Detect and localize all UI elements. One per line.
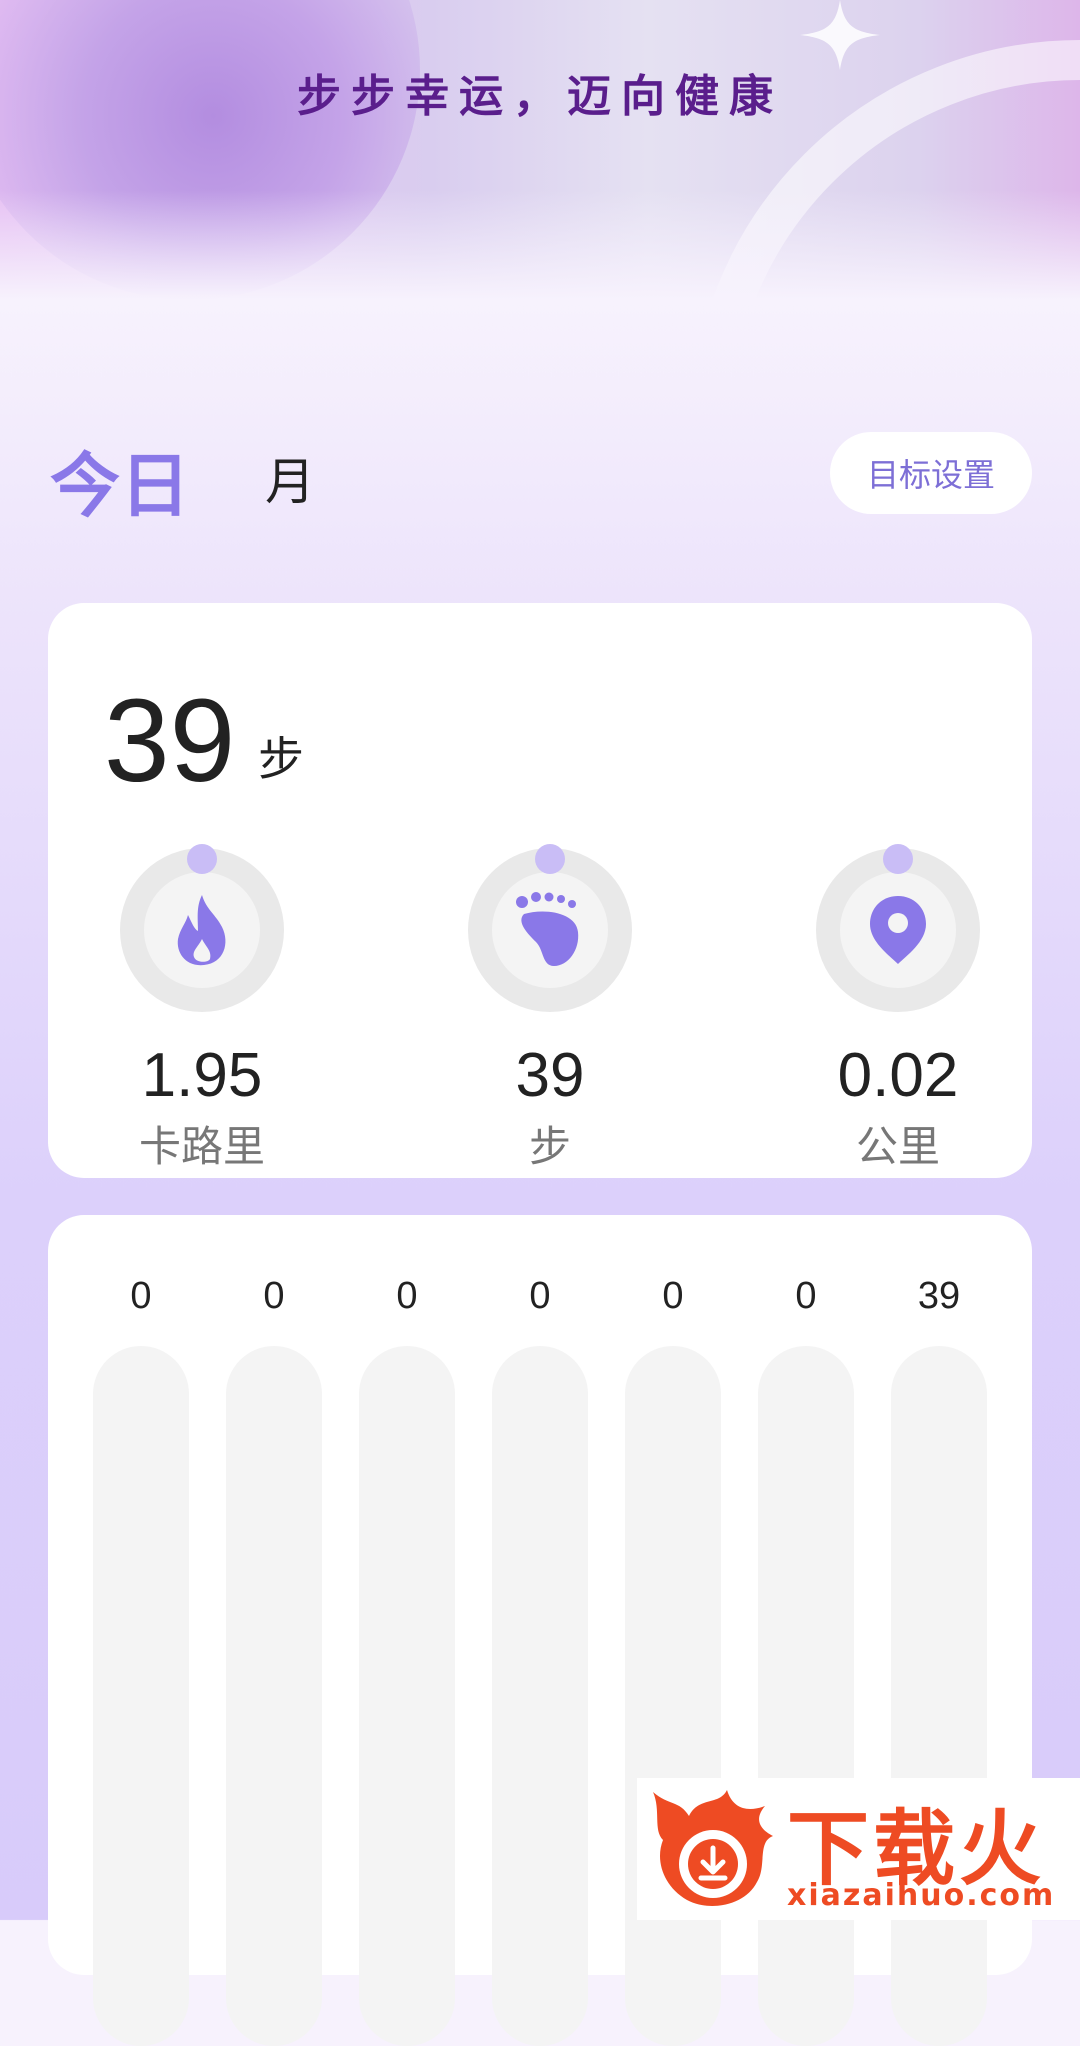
tab-today[interactable]: 今日: [50, 430, 190, 531]
ring-progress-dot: [883, 844, 913, 874]
bar-column[interactable]: 0: [492, 1275, 588, 2046]
calorie-value: 1.95: [141, 1041, 263, 1110]
banner-fade: [0, 190, 1080, 300]
distance-metric: 0.02 公里: [788, 844, 1008, 1174]
bar-value-label: 0: [662, 1275, 684, 1317]
bar-track: [492, 1346, 588, 2046]
bar-value-label: 0: [396, 1275, 418, 1317]
goal-settings-button[interactable]: 目标设置: [830, 432, 1032, 514]
bar-column[interactable]: 0: [625, 1275, 721, 2046]
calorie-label: 卡路里: [138, 1122, 265, 1171]
watermark-url: xiazaihuo.com: [787, 1878, 1056, 1913]
flame-icon: [177, 895, 226, 966]
summary-card: 39 步 1.95 卡路里 39 步 0.02 公里: [48, 603, 1032, 1178]
bar-column[interactable]: 0: [226, 1275, 322, 2046]
slogan: 步步幸运，迈向健康: [297, 71, 783, 122]
total-steps-value: 39: [104, 675, 236, 807]
flame-logo-icon: [653, 1790, 773, 1906]
bar-track: [226, 1346, 322, 2046]
bar-value-label: 0: [529, 1275, 551, 1317]
calorie-ring: [120, 844, 284, 1012]
bar-track: [359, 1346, 455, 2046]
bar-track: [758, 1346, 854, 2046]
header-banner: 步步幸运，迈向健康: [0, 0, 1080, 300]
steps-label: 步: [528, 1122, 571, 1171]
steps-metric: 39 步: [440, 844, 660, 1174]
bar-column[interactable]: 0: [359, 1275, 455, 2046]
bar-column[interactable]: 0: [93, 1275, 189, 2046]
ring-progress-dot: [535, 844, 565, 874]
total-steps-unit: 步: [258, 732, 304, 786]
bar-track: [625, 1346, 721, 2046]
distance-ring: [816, 844, 980, 1012]
bar-value-label: 0: [795, 1275, 817, 1317]
bar-track: [891, 1346, 987, 2046]
bar-value-label: 0: [263, 1275, 285, 1317]
distance-label: 公里: [855, 1122, 940, 1171]
bar-column[interactable]: 0: [758, 1275, 854, 2046]
bar-value-label: 39: [917, 1275, 961, 1317]
ring-progress-dot: [187, 844, 217, 874]
footprint-icon: [516, 892, 579, 966]
distance-value: 0.02: [837, 1041, 959, 1110]
location-pin-icon: [870, 896, 926, 964]
bar-track: [93, 1346, 189, 2046]
steps-value: 39: [515, 1041, 585, 1110]
bar-value-label: 0: [130, 1275, 152, 1317]
bar-column[interactable]: 39: [891, 1275, 987, 2046]
steps-ring: [468, 844, 632, 1012]
tab-month[interactable]: 月: [265, 442, 315, 514]
watermark: 下载火 xiazaihuo.com: [637, 1778, 1080, 1920]
calorie-metric: 1.95 卡路里: [92, 844, 312, 1174]
